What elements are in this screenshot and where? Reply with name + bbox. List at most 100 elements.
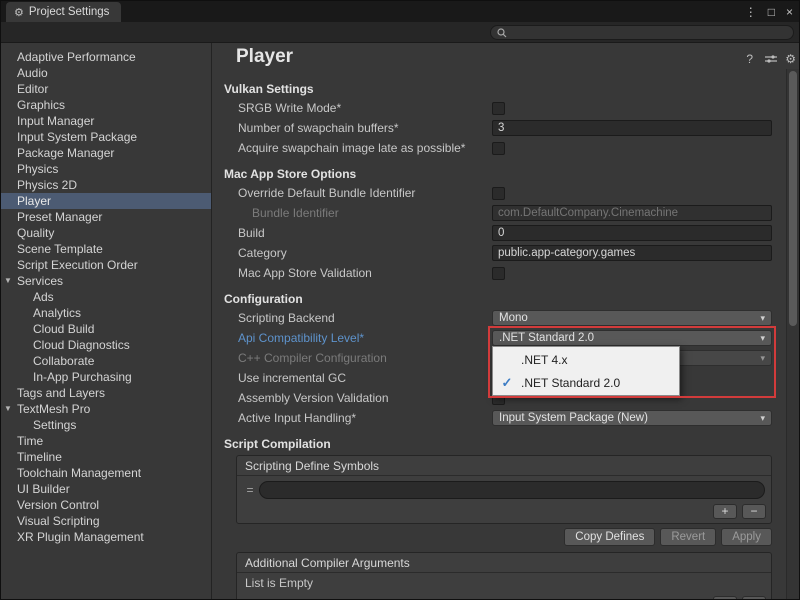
row-api-compatibility: Api Compatibility Level* .NET Standard 2… [212, 328, 786, 348]
sidebar-item-label: Tags and Layers [17, 386, 105, 400]
sidebar-item[interactable]: Visual Scripting [1, 513, 211, 529]
sidebar-item-label: Analytics [33, 306, 81, 320]
vertical-scrollbar[interactable] [786, 69, 799, 599]
window-title: Project Settings [29, 6, 110, 18]
acquire-swapchain-checkbox[interactable] [492, 142, 505, 155]
sidebar-item[interactable]: In-App Purchasing [1, 369, 211, 385]
sidebar-item[interactable]: Tags and Layers [1, 385, 211, 401]
sidebar-item[interactable]: Input System Package [1, 129, 211, 145]
sidebar-item-label: XR Plugin Management [17, 530, 144, 544]
section-configuration: Configuration [224, 290, 786, 308]
maximize-icon[interactable]: □ [768, 5, 775, 19]
bundle-identifier-field: com.DefaultCompany.Cinemachine [492, 205, 772, 221]
sidebar-item[interactable]: Timeline [1, 449, 211, 465]
sidebar-item-label: Adaptive Performance [17, 50, 136, 64]
menu-item-net4x[interactable]: .NET 4.x [493, 348, 679, 371]
sidebar-item[interactable]: Script Execution Order [1, 257, 211, 273]
window-menu-icon[interactable]: ⋮ [745, 5, 757, 19]
search-input[interactable] [511, 26, 787, 40]
active-input-dropdown[interactable]: Input System Package (New) ▾ [492, 410, 772, 426]
override-bundle-checkbox[interactable] [492, 187, 505, 200]
sidebar-item[interactable]: Input Manager [1, 113, 211, 129]
revert-button[interactable]: Revert [660, 528, 716, 546]
foldout-triangle-icon[interactable]: ▼ [4, 273, 15, 289]
page-title: Player [236, 46, 293, 68]
tab-project-settings[interactable]: ⚙ Project Settings [6, 2, 121, 22]
close-icon[interactable]: × [786, 5, 793, 19]
swapchain-buffers-field[interactable]: 3 [492, 120, 772, 136]
sidebar-item[interactable]: Player [1, 193, 211, 209]
sidebar-item[interactable]: Cloud Diagnostics [1, 337, 211, 353]
sidebar-item-label: TextMesh Pro [17, 402, 90, 416]
sidebar-item[interactable]: ▼ TextMesh Pro [1, 401, 211, 417]
settings-sidebar: Adaptive Performance Audio Editor Graphi… [1, 43, 212, 599]
sidebar-item[interactable]: Version Control [1, 497, 211, 513]
sidebar-item[interactable]: ▼ Services [1, 273, 211, 289]
sidebar-item-label: Audio [17, 66, 48, 80]
add-define-button[interactable]: + [713, 504, 737, 519]
sidebar-item[interactable]: UI Builder [1, 481, 211, 497]
sidebar-item[interactable]: Settings [1, 417, 211, 433]
sidebar-item-label: Visual Scripting [17, 514, 100, 528]
presets-icon[interactable] [765, 54, 777, 64]
sidebar-item[interactable]: Toolchain Management [1, 465, 211, 481]
sidebar-item-label: Toolchain Management [17, 466, 141, 480]
additional-compiler-arguments-box: Additional Compiler Arguments List is Em… [236, 552, 772, 599]
sidebar-item[interactable]: Package Manager [1, 145, 211, 161]
chevron-down-icon: ▾ [760, 353, 765, 364]
search-box[interactable] [490, 25, 794, 40]
player-settings-content: Vulkan Settings SRGB Write Mode* Number … [212, 73, 786, 599]
sidebar-item-label: Package Manager [17, 146, 114, 160]
sidebar-item[interactable]: Cloud Build [1, 321, 211, 337]
row-mac-validation: Mac App Store Validation [212, 263, 786, 283]
sidebar-item[interactable]: Graphics [1, 97, 211, 113]
section-script-compilation: Script Compilation [224, 435, 786, 453]
build-field[interactable]: 0 [492, 225, 772, 241]
apply-button[interactable]: Apply [721, 528, 772, 546]
sidebar-item[interactable]: Quality [1, 225, 211, 241]
sidebar-item-label: Input System Package [17, 130, 137, 144]
chevron-down-icon: ▾ [760, 413, 765, 424]
drag-handle-icon[interactable]: = [243, 483, 257, 497]
chevron-down-icon: ▾ [760, 333, 765, 344]
sidebar-item[interactable]: XR Plugin Management [1, 529, 211, 545]
sidebar-item[interactable]: Physics 2D [1, 177, 211, 193]
help-icon[interactable]: ? [746, 52, 753, 66]
section-vulkan-settings: Vulkan Settings [224, 80, 786, 98]
sidebar-item[interactable]: Adaptive Performance [1, 49, 211, 65]
sidebar-item-label: Timeline [17, 450, 62, 464]
remove-argument-button[interactable]: − [742, 596, 766, 599]
title-bar: ⚙ Project Settings ⋮ □ × [1, 1, 799, 22]
srgb-write-mode-checkbox[interactable] [492, 102, 505, 115]
sidebar-item-label: Services [17, 274, 63, 288]
sidebar-item[interactable]: Collaborate [1, 353, 211, 369]
scripting-backend-dropdown[interactable]: Mono ▾ [492, 310, 772, 326]
section-mac-app-store: Mac App Store Options [224, 165, 786, 183]
api-compatibility-menu: .NET 4.x ✓ .NET Standard 2.0 [492, 346, 680, 396]
sidebar-item[interactable]: Physics [1, 161, 211, 177]
panel-gear-icon[interactable]: ⚙ [785, 52, 796, 66]
sidebar-item[interactable]: Preset Manager [1, 209, 211, 225]
sidebar-item[interactable]: Editor [1, 81, 211, 97]
copy-defines-button[interactable]: Copy Defines [564, 528, 655, 546]
sidebar-item[interactable]: Scene Template [1, 241, 211, 257]
mac-validation-checkbox[interactable] [492, 267, 505, 280]
add-argument-button[interactable]: + [713, 596, 737, 599]
api-compatibility-dropdown[interactable]: .NET Standard 2.0 ▾ [492, 330, 772, 346]
scrollbar-thumb[interactable] [789, 71, 797, 326]
category-field[interactable]: public.app-category.games [492, 245, 772, 261]
player-settings-panel: Player ? ⚙ Vulkan Settings SRGB Write Mo… [212, 43, 799, 599]
row-bundle-identifier: Bundle Identifier com.DefaultCompany.Cin… [212, 203, 786, 223]
foldout-triangle-icon[interactable]: ▼ [4, 401, 15, 417]
sidebar-item[interactable]: Audio [1, 65, 211, 81]
sidebar-item[interactable]: Ads [1, 289, 211, 305]
row-acquire-swapchain: Acquire swapchain image late as possible… [212, 138, 786, 158]
sidebar-item[interactable]: Time [1, 433, 211, 449]
define-symbols-input[interactable] [259, 481, 765, 499]
sidebar-item-label: Input Manager [17, 114, 94, 128]
panel-header: Player ? ⚙ [212, 43, 799, 73]
menu-item-net-standard[interactable]: ✓ .NET Standard 2.0 [493, 371, 679, 394]
sidebar-item[interactable]: Analytics [1, 305, 211, 321]
sidebar-item-label: Preset Manager [17, 210, 102, 224]
remove-define-button[interactable]: − [742, 504, 766, 519]
